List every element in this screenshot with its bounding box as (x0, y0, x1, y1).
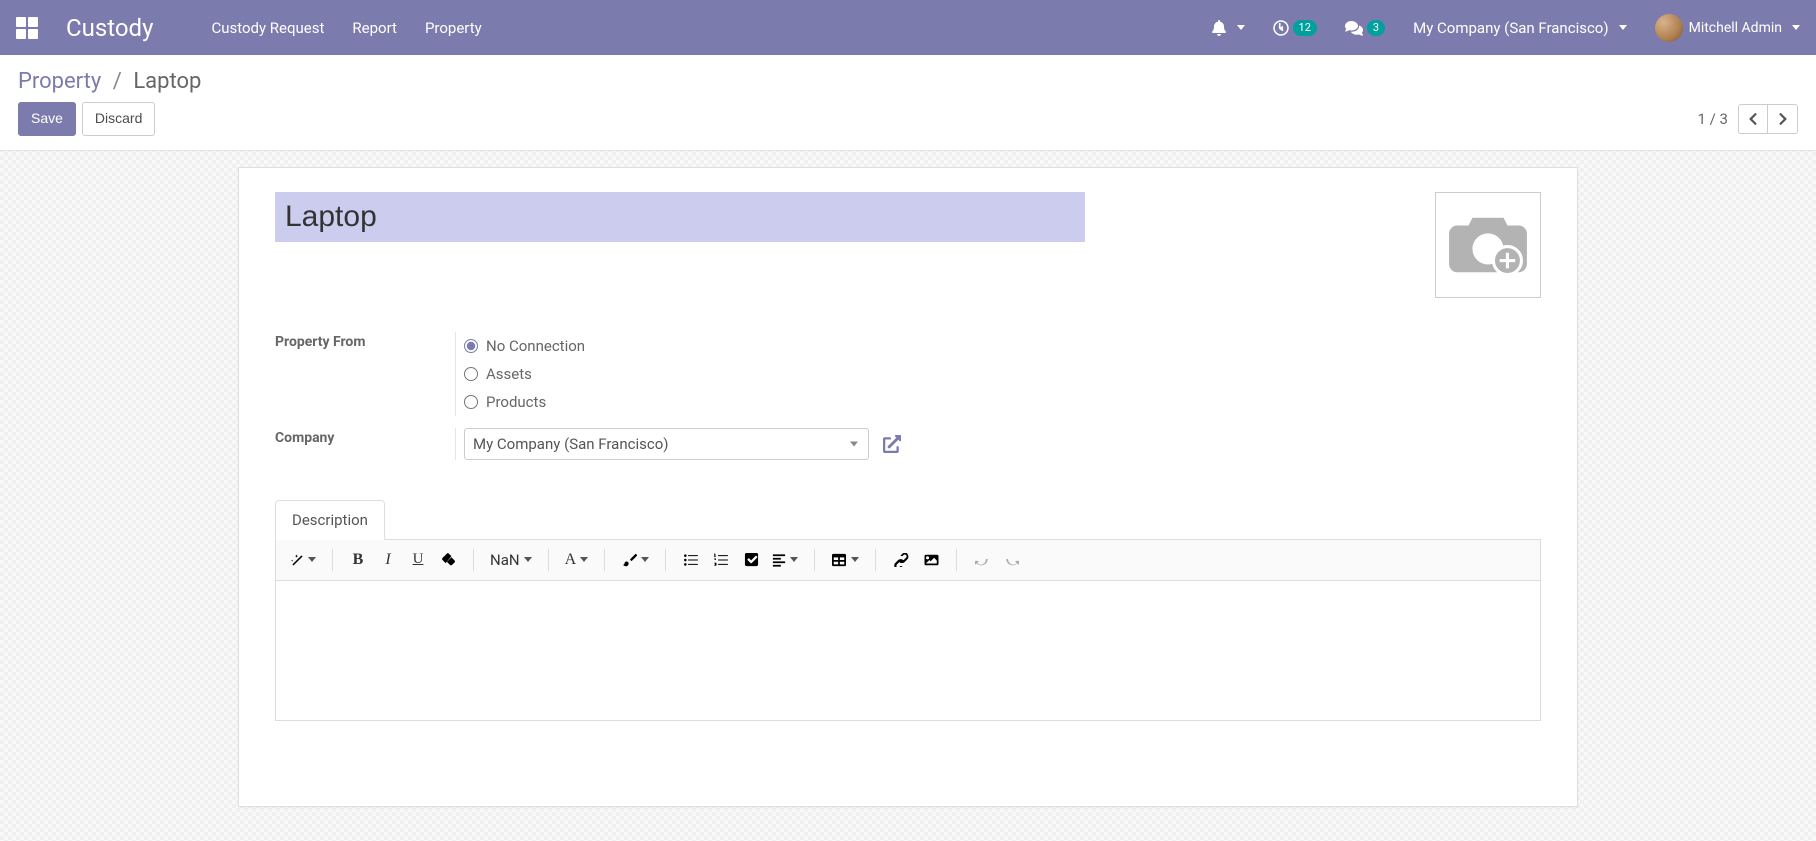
chevron-right-icon (1778, 112, 1788, 126)
nav-links: Custody Request Report Property (211, 19, 481, 37)
rte-ol-button[interactable] (708, 546, 734, 574)
save-button[interactable]: Save (18, 102, 76, 136)
rte-font-size-value: NaN (490, 551, 520, 569)
rte-highlight-dropdown[interactable] (617, 546, 653, 574)
rte-font-size-dropdown[interactable]: NaN (486, 546, 536, 574)
form-sheet: Property From No Connection Assets (238, 167, 1578, 807)
camera-plus-icon (1448, 210, 1528, 280)
rte-italic-button[interactable]: I (375, 546, 401, 574)
radio-label-assets: Assets (486, 365, 532, 383)
company-external-link[interactable] (883, 435, 901, 453)
user-name: Mitchell Admin (1689, 20, 1782, 36)
avatar (1655, 14, 1683, 42)
nav-custody-request[interactable]: Custody Request (211, 19, 324, 37)
list-ol-icon (713, 553, 729, 567)
radio-label-products: Products (486, 393, 546, 411)
notifications-dropdown[interactable] (1211, 20, 1245, 36)
pager-text[interactable]: 1 / 3 (1698, 110, 1729, 128)
radio-assets[interactable] (464, 367, 478, 381)
rte-bold-button[interactable]: B (345, 546, 371, 574)
nav-report[interactable]: Report (352, 19, 397, 37)
check-square-icon (744, 552, 759, 567)
property-from-label: Property From (275, 334, 455, 350)
activities-button[interactable]: 12 (1273, 20, 1317, 36)
user-menu[interactable]: Mitchell Admin (1655, 14, 1800, 42)
breadcrumb-separator: / (113, 69, 122, 94)
radio-no-connection[interactable] (464, 339, 478, 353)
radio-label-no-connection: No Connection (486, 337, 585, 355)
description-editor[interactable] (275, 581, 1541, 721)
rte-checklist-button[interactable] (738, 546, 764, 574)
external-link-icon (883, 435, 901, 453)
rte-redo-button[interactable] (999, 546, 1025, 574)
rte-erase-button[interactable] (435, 546, 461, 574)
link-icon (894, 553, 909, 567)
list-ul-icon (683, 553, 699, 567)
app-title[interactable]: Custody (66, 14, 153, 42)
redo-icon (1005, 553, 1019, 567)
breadcrumb: Property / Laptop (0, 55, 1816, 102)
property-from-products[interactable]: Products (464, 388, 875, 416)
pager-prev-button[interactable] (1738, 104, 1768, 134)
rte-link-button[interactable] (888, 546, 914, 574)
top-nav: Custody Custody Request Report Property … (0, 0, 1816, 55)
image-upload[interactable] (1435, 192, 1541, 298)
pager: 1 / 3 (1698, 104, 1799, 134)
rte-image-button[interactable] (918, 546, 944, 574)
tab-description[interactable]: Description (275, 500, 385, 540)
brush-icon (621, 553, 637, 567)
undo-icon (975, 553, 989, 567)
company-label: Company (275, 430, 455, 446)
rte-align-dropdown[interactable] (768, 546, 802, 574)
control-panel: Property / Laptop Save Discard 1 / 3 (0, 55, 1816, 151)
conversation-icon (1345, 20, 1363, 36)
magic-wand-icon (290, 553, 304, 567)
property-from-no-connection[interactable]: No Connection (464, 332, 875, 360)
messages-badge: 3 (1367, 20, 1385, 36)
breadcrumb-current: Laptop (133, 69, 201, 94)
company-select-value: My Company (San Francisco) (473, 435, 668, 453)
pager-next-button[interactable] (1768, 104, 1798, 134)
rte-underline-button[interactable]: U (405, 546, 431, 574)
breadcrumb-parent[interactable]: Property (18, 69, 101, 94)
rte-table-dropdown[interactable] (827, 546, 863, 574)
eraser-icon (440, 553, 456, 567)
rte-toolbar: B I U NaN A (275, 540, 1541, 581)
chevron-left-icon (1748, 112, 1758, 126)
apps-icon[interactable] (16, 17, 38, 39)
table-icon (831, 553, 847, 567)
rte-undo-button[interactable] (969, 546, 995, 574)
rte-ul-button[interactable] (678, 546, 704, 574)
nav-property[interactable]: Property (425, 19, 482, 37)
image-icon (924, 553, 939, 567)
record-title-input[interactable] (275, 192, 1085, 242)
activities-badge: 12 (1293, 20, 1317, 36)
discard-button[interactable]: Discard (82, 102, 155, 136)
systray: 12 3 My Company (San Francisco) Mitchell… (1211, 14, 1800, 42)
company-select[interactable]: My Company (San Francisco) (464, 428, 869, 460)
messages-button[interactable]: 3 (1345, 20, 1385, 36)
company-switcher[interactable]: My Company (San Francisco) (1413, 19, 1626, 37)
align-left-icon (772, 553, 786, 567)
rte-font-color-dropdown[interactable]: A (561, 546, 593, 574)
company-name: My Company (San Francisco) (1413, 19, 1608, 37)
rte-magic-button[interactable] (286, 546, 320, 574)
tabs: Description (275, 500, 1541, 540)
bell-icon (1211, 20, 1227, 36)
clock-icon (1273, 20, 1289, 36)
radio-products[interactable] (464, 395, 478, 409)
property-from-assets[interactable]: Assets (464, 360, 875, 388)
